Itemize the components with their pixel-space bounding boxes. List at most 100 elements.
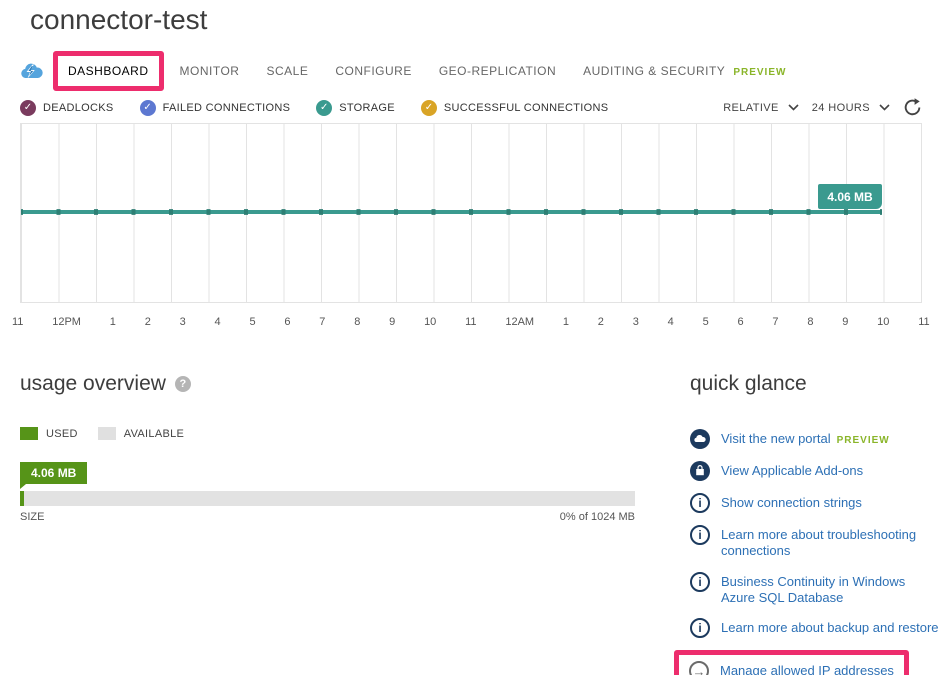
x-tick: 7 bbox=[772, 316, 778, 328]
x-tick: 12PM bbox=[52, 316, 81, 328]
info-glyph: i bbox=[690, 618, 710, 638]
link-text: Manage allowed IP addresses bbox=[720, 661, 894, 675]
x-tick: 8 bbox=[807, 316, 813, 328]
x-tick: 1 bbox=[110, 316, 116, 328]
usage-legend-label: USED bbox=[46, 428, 78, 440]
used-swatch-icon bbox=[20, 427, 38, 440]
sql-database-cloud-icon bbox=[20, 63, 43, 79]
x-tick: 7 bbox=[319, 316, 325, 328]
legend-toggle-successful-connections[interactable]: ✓ SUCCESSFUL CONNECTIONS bbox=[421, 100, 609, 116]
info-glyph: i bbox=[690, 493, 710, 513]
addons-bag-icon bbox=[690, 461, 710, 481]
x-tick: 1 bbox=[563, 316, 569, 328]
usage-legend-used: USED bbox=[20, 427, 78, 440]
x-tick: 2 bbox=[598, 316, 604, 328]
x-tick: 9 bbox=[389, 316, 395, 328]
tab-auditing-security[interactable]: AUDITING & SECURITY PREVIEW bbox=[583, 64, 786, 78]
link-show-connection-strings[interactable]: i Show connection strings bbox=[690, 493, 940, 513]
x-tick: 8 bbox=[354, 316, 360, 328]
link-troubleshooting-connections[interactable]: i Learn more about troubleshooting conne… bbox=[690, 525, 940, 560]
usage-bar-labels: SIZE 0% of 1024 MB bbox=[20, 511, 635, 523]
info-icon: i bbox=[690, 525, 710, 545]
link-text: Learn more about backup and restore bbox=[721, 618, 939, 636]
tab-dashboard[interactable]: DASHBOARD bbox=[68, 64, 149, 78]
check-circle-icon: ✓ bbox=[421, 100, 437, 116]
usage-legend: USED AVAILABLE bbox=[20, 427, 637, 440]
check-circle-icon: ✓ bbox=[20, 100, 36, 116]
x-tick: 10 bbox=[877, 316, 889, 328]
tab-auditing-security-label: AUDITING & SECURITY bbox=[583, 64, 725, 78]
link-manage-allowed-ip[interactable]: → Manage allowed IP addresses bbox=[689, 661, 894, 675]
storage-usage-bar bbox=[20, 491, 635, 506]
x-tick: 11 bbox=[918, 316, 929, 328]
page-title: connector-test bbox=[30, 4, 207, 36]
usage-overview-title: usage overview ? bbox=[20, 372, 637, 396]
usage-legend-label: AVAILABLE bbox=[124, 428, 184, 440]
metric-bar: ✓ DEADLOCKS ✓ FAILED CONNECTIONS ✓ STORA… bbox=[20, 98, 922, 117]
info-glyph: i bbox=[690, 525, 710, 545]
x-tick: 11 bbox=[465, 316, 476, 328]
legend-toggle-deadlocks[interactable]: ✓ DEADLOCKS bbox=[20, 100, 114, 116]
x-tick: 4 bbox=[668, 316, 674, 328]
arrow-icon: → bbox=[689, 661, 709, 675]
link-visit-new-portal[interactable]: Visit the new portalPREVIEW bbox=[690, 429, 940, 449]
legend-toggle-storage[interactable]: ✓ STORAGE bbox=[316, 100, 395, 116]
x-tick: 2 bbox=[145, 316, 151, 328]
x-tick: 3 bbox=[633, 316, 639, 328]
link-view-addons[interactable]: View Applicable Add-ons bbox=[690, 461, 940, 481]
relative-dropdown[interactable]: RELATIVE bbox=[723, 102, 779, 114]
tab-geo-replication[interactable]: GEO-REPLICATION bbox=[439, 64, 556, 78]
x-tick: 5 bbox=[249, 316, 255, 328]
chevron-down-icon[interactable] bbox=[879, 104, 890, 111]
x-tick: 3 bbox=[180, 316, 186, 328]
legend-label: DEADLOCKS bbox=[43, 102, 114, 114]
legend-label: STORAGE bbox=[339, 102, 395, 114]
storage-value-badge: 4.06 MB bbox=[818, 184, 882, 209]
tab-configure[interactable]: CONFIGURE bbox=[335, 64, 412, 78]
chart-controls: RELATIVE 24 HOURS bbox=[723, 98, 922, 117]
x-tick: 12AM bbox=[505, 316, 534, 328]
usage-overview-title-text: usage overview bbox=[20, 372, 166, 396]
azure-classic-portal-page: connector-test DASHBOARD MONITOR SCALE C… bbox=[0, 0, 940, 675]
tab-monitor[interactable]: MONITOR bbox=[180, 64, 240, 78]
tab-bar: DASHBOARD MONITOR SCALE CONFIGURE GEO-RE… bbox=[20, 51, 786, 91]
x-tick: 10 bbox=[424, 316, 436, 328]
usage-overview-section: usage overview ? USED AVAILABLE 4.06 MB … bbox=[20, 372, 637, 523]
chart-legend: ✓ DEADLOCKS ✓ FAILED CONNECTIONS ✓ STORA… bbox=[20, 100, 608, 116]
link-backup-and-restore[interactable]: i Learn more about backup and restore bbox=[690, 618, 940, 638]
chart-x-axis: 11 12PM 1 2 3 4 5 6 7 8 9 10 11 12AM 1 2… bbox=[12, 316, 930, 328]
link-business-continuity[interactable]: i Business Continuity in Windows Azure S… bbox=[690, 572, 940, 607]
time-range-dropdown[interactable]: 24 HOURS bbox=[812, 102, 870, 114]
arrow-glyph: → bbox=[689, 661, 709, 675]
size-label: SIZE bbox=[20, 511, 44, 523]
quick-glance-section: quick glance Visit the new portalPREVIEW bbox=[690, 372, 940, 675]
x-tick: 6 bbox=[737, 316, 743, 328]
quick-glance-title-text: quick glance bbox=[690, 372, 807, 396]
info-icon: i bbox=[690, 618, 710, 638]
quick-glance-title: quick glance bbox=[690, 372, 940, 396]
available-swatch-icon bbox=[98, 427, 116, 440]
help-icon[interactable]: ? bbox=[175, 376, 191, 392]
tab-scale[interactable]: SCALE bbox=[266, 64, 308, 78]
legend-label: FAILED CONNECTIONS bbox=[163, 102, 291, 114]
cloud-icon bbox=[690, 429, 710, 449]
info-glyph: i bbox=[690, 572, 710, 592]
link-text: Show connection strings bbox=[721, 493, 862, 511]
used-size-badge: 4.06 MB bbox=[20, 462, 87, 484]
link-label: Visit the new portalPREVIEW bbox=[721, 429, 890, 448]
capacity-text: 0% of 1024 MB bbox=[560, 511, 635, 523]
preview-badge: PREVIEW bbox=[837, 435, 890, 446]
refresh-icon[interactable] bbox=[903, 98, 922, 117]
quick-glance-links: Visit the new portalPREVIEW View Applica… bbox=[690, 429, 940, 675]
chevron-down-icon[interactable] bbox=[788, 104, 799, 111]
legend-toggle-failed-connections[interactable]: ✓ FAILED CONNECTIONS bbox=[140, 100, 291, 116]
storage-usage-fill bbox=[20, 491, 24, 506]
link-text: View Applicable Add-ons bbox=[721, 461, 863, 479]
metrics-chart: 4.06 MB bbox=[20, 123, 922, 303]
annotation-box-dashboard: DASHBOARD bbox=[53, 51, 164, 91]
link-text: Learn more about troubleshooting connect… bbox=[721, 525, 940, 560]
x-tick: 4 bbox=[215, 316, 221, 328]
preview-badge: PREVIEW bbox=[733, 67, 786, 78]
legend-label: SUCCESSFUL CONNECTIONS bbox=[444, 102, 609, 114]
storage-series-line bbox=[21, 210, 882, 214]
